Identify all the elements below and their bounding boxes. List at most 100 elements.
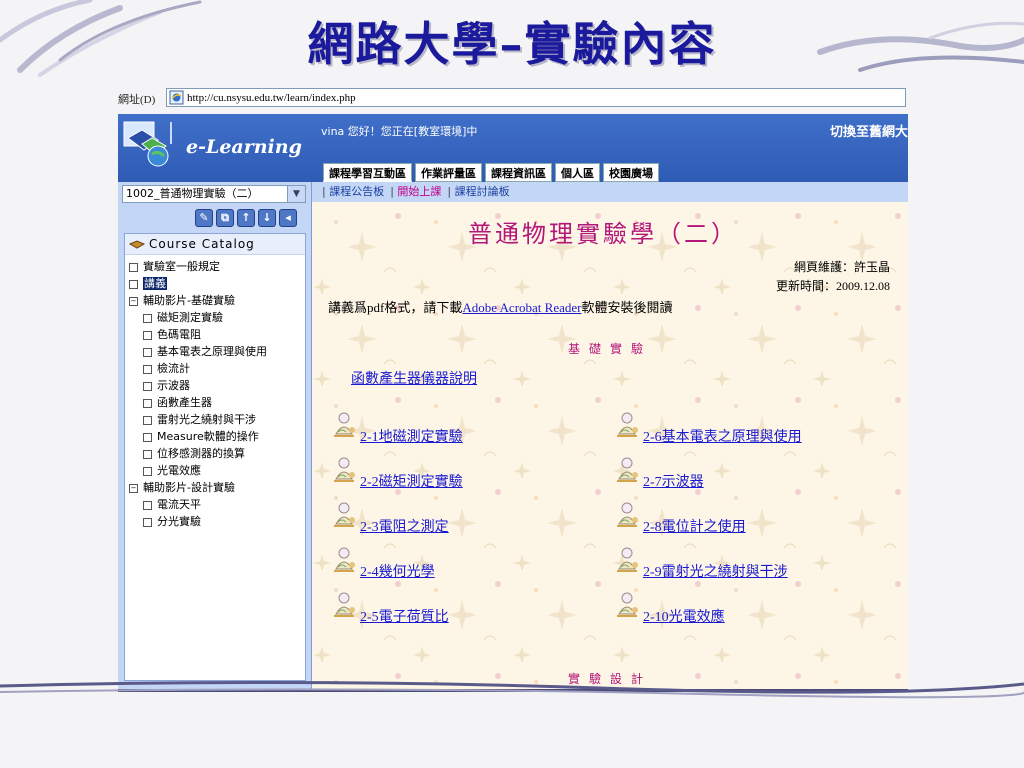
catalog-item-label: 講義	[143, 277, 167, 290]
catalog-item[interactable]: 函數產生器	[125, 394, 305, 411]
subnav-item[interactable]: 課程討論板	[455, 185, 510, 198]
catalog-item[interactable]: 位移感測器的換算	[125, 445, 305, 462]
catalog-item[interactable]: 色碼電阻	[125, 326, 305, 343]
bell-icon	[334, 547, 355, 572]
node-icon[interactable]	[143, 330, 152, 340]
subnav-item[interactable]: 課程公告板	[329, 185, 384, 198]
experiment-item: 2-9雷射光之繞射與干涉	[615, 547, 855, 585]
catalog-item[interactable]: 雷射光之繞射與干涉	[125, 411, 305, 428]
pencil-icon[interactable]: ✎	[195, 209, 213, 227]
catalog-item-label: 磁矩測定實驗	[157, 311, 223, 324]
node-icon[interactable]	[143, 449, 152, 459]
arrow-left-icon[interactable]: ◂	[279, 209, 297, 227]
experiment-link[interactable]: 2-3電阻之測定	[360, 516, 449, 536]
collapse-icon[interactable]: −	[129, 483, 138, 493]
catalog-item-label: 檢流計	[157, 362, 190, 375]
bell-icon	[334, 457, 355, 482]
catalog-item[interactable]: 示波器	[125, 377, 305, 394]
catalog-item[interactable]: 光電效應	[125, 462, 305, 479]
greeting-text: vina 您好！您正在[教室環境]中	[321, 125, 478, 138]
experiment-link[interactable]: 2-4幾何光學	[360, 561, 435, 581]
sub-navigation: | 課程公告板 | 開始上課 | 課程討論板	[312, 182, 908, 202]
catalog-item[interactable]: Measure軟體的操作	[125, 428, 305, 445]
node-icon[interactable]	[143, 381, 152, 391]
arrow-down-icon[interactable]: ↓	[258, 209, 276, 227]
catalog-item-label: 雷射光之繞射與干涉	[157, 413, 256, 426]
catalog-item[interactable]: 磁矩測定實驗	[125, 309, 305, 326]
node-icon[interactable]	[143, 415, 152, 425]
catalog-item[interactable]: − 輔助影片-基礎實驗	[125, 292, 305, 309]
experiment-link[interactable]: 2-5電子荷質比	[360, 606, 449, 626]
catalog-header: Course Catalog	[125, 234, 305, 255]
course-catalog: Course Catalog 實驗室一般規定講義 − 輔助影片-基礎實驗磁矩測定實驗…	[124, 233, 306, 681]
experiment-link[interactable]: 2-7示波器	[643, 471, 704, 491]
tab-learning[interactable]: 課程學習互動區	[323, 163, 412, 182]
subnav-separator: |	[447, 185, 455, 198]
switch-old-site-link[interactable]: 切換至舊網大	[830, 121, 908, 140]
slide-bottom-decoration	[0, 680, 1024, 699]
address-input[interactable]: http://cu.nsysu.edu.tw/learn/index.php	[166, 88, 906, 107]
collapse-icon[interactable]: −	[129, 296, 138, 306]
experiment-item: 2-10光電效應	[615, 592, 855, 630]
bell-icon	[334, 502, 355, 527]
catalog-toolbar: ✎ ⧉ ↑ ↓ ◂	[195, 209, 297, 227]
course-select[interactable]: 1002_普通物理實驗（二） ▼	[122, 185, 306, 203]
catalog-title: Course Catalog	[149, 237, 255, 251]
experiment-item: 2-2磁矩測定實驗	[332, 457, 572, 495]
address-url: http://cu.nsysu.edu.tw/learn/index.php	[187, 92, 356, 104]
catalog-item[interactable]: 基本電表之原理與使用	[125, 343, 305, 360]
bell-icon	[617, 457, 638, 482]
experiment-item: 2-3電阻之測定	[332, 502, 572, 540]
acrobat-reader-link[interactable]: Adobe Acrobat Reader	[462, 300, 581, 315]
address-bar: 網址(D) http://cu.nsysu.edu.tw/learn/index…	[118, 86, 908, 110]
catalog-item[interactable]: 電流天平	[125, 496, 305, 513]
node-icon[interactable]	[143, 500, 152, 510]
catalog-tree: 實驗室一般規定講義 − 輔助影片-基礎實驗磁矩測定實驗色碼電阻基本電表之原理與使用檢…	[125, 258, 305, 530]
function-generator-guide-link[interactable]: 函數產生器儀器說明	[351, 368, 477, 388]
experiment-item: 2-7示波器	[615, 457, 855, 495]
tab-personal[interactable]: 個人區	[555, 163, 600, 182]
catalog-item[interactable]: 實驗室一般規定	[125, 258, 305, 275]
node-icon[interactable]	[143, 347, 152, 357]
experiment-link[interactable]: 2-9雷射光之繞射與干涉	[643, 561, 788, 581]
tab-course-info[interactable]: 課程資訊區	[485, 163, 552, 182]
maintainer-text: 網頁維護：許玉晶	[793, 260, 890, 274]
browser-window: e-Learning vina 您好！您正在[教室環境]中 切換至舊網大 課程學…	[118, 114, 908, 692]
catalog-item-label: Measure軟體的操作	[157, 430, 259, 443]
node-icon[interactable]	[143, 313, 152, 323]
node-icon[interactable]	[143, 364, 152, 374]
experiment-link[interactable]: 2-10光電效應	[643, 606, 725, 626]
experiment-link[interactable]: 2-8電位計之使用	[643, 516, 746, 536]
catalog-item[interactable]: 講義	[125, 275, 305, 292]
course-title: 普通物理實驗學（二）	[468, 220, 738, 248]
node-icon[interactable]	[143, 517, 152, 527]
left-panel: 1002_普通物理實驗（二） ▼ ✎ ⧉ ↑ ↓ ◂ Course Catalo…	[118, 182, 312, 689]
catalog-item[interactable]: 檢流計	[125, 360, 305, 377]
experiment-link[interactable]: 2-1地磁測定實驗	[360, 426, 463, 446]
node-icon[interactable]	[143, 398, 152, 408]
sitemap-icon[interactable]: ⧉	[216, 209, 234, 227]
experiment-item: 2-1地磁測定實驗	[332, 412, 572, 450]
node-icon[interactable]	[129, 262, 138, 272]
node-icon[interactable]	[129, 279, 138, 289]
subnav-item[interactable]: 開始上課	[397, 185, 441, 198]
catalog-item-label: 基本電表之原理與使用	[157, 345, 267, 358]
catalog-item-label: 示波器	[157, 379, 190, 392]
catalog-item[interactable]: 分光實驗	[125, 513, 305, 530]
node-icon[interactable]	[143, 432, 152, 442]
experiment-link[interactable]: 2-2磁矩測定實驗	[360, 471, 463, 491]
catalog-item-label: 光電效應	[157, 464, 201, 477]
pdf-notice: 講義爲pdf格式，請下載Adobe Acrobat Reader軟體安裝後閱讀	[328, 297, 672, 316]
catalog-item-label: 函數產生器	[157, 396, 212, 409]
node-icon[interactable]	[143, 466, 152, 476]
tab-campus[interactable]: 校園廣場	[603, 163, 659, 182]
tab-assessment[interactable]: 作業評量區	[415, 163, 482, 182]
arrow-up-icon[interactable]: ↑	[237, 209, 255, 227]
experiment-item: 2-4幾何光學	[332, 547, 572, 585]
bell-icon	[617, 547, 638, 572]
chevron-down-icon[interactable]: ▼	[287, 186, 305, 202]
notice-prefix: 講義爲pdf格式，請下載	[328, 300, 463, 315]
catalog-item[interactable]: − 輔助影片-設計實驗	[125, 479, 305, 496]
experiment-link[interactable]: 2-6基本電表之原理與使用	[643, 426, 802, 446]
notice-suffix: 軟體安裝後閱讀	[581, 300, 673, 315]
